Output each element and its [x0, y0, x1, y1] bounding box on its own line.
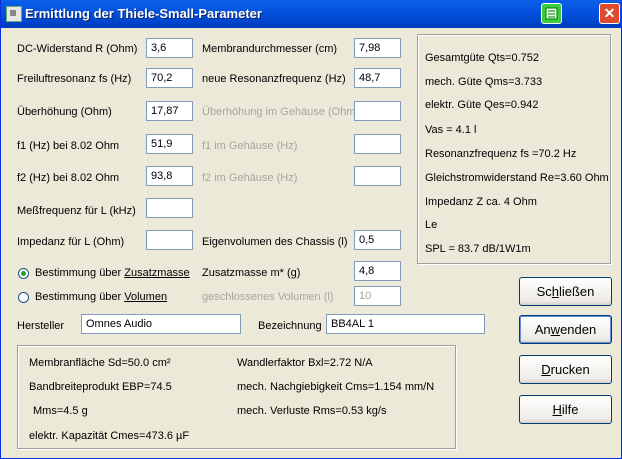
impedance-field[interactable]	[146, 230, 193, 250]
measure-frequency-field[interactable]	[146, 198, 193, 218]
result-ebp: Bandbreiteprodukt EBP=74.5	[29, 381, 172, 393]
result-rms: mech. Verluste Rms=0.53 kg/s	[237, 405, 387, 417]
chassis-volume-field[interactable]: 0,5	[354, 230, 401, 250]
title-bar: Ermittlung der Thiele-Small-Parameter ✕	[1, 0, 621, 28]
apply-button[interactable]: Anwenden	[519, 315, 612, 344]
result-fs: Resonanzfrequenz fs =70.2 Hz	[425, 148, 577, 160]
added-mass-field[interactable]: 4,8	[354, 261, 401, 281]
help-icon[interactable]	[541, 3, 562, 24]
f1-enclosure-field[interactable]	[354, 134, 401, 154]
f1-field[interactable]: 51,9	[146, 134, 193, 154]
free-air-resonance-field[interactable]: 70,2	[146, 68, 193, 88]
app-icon	[6, 6, 22, 22]
f2-label: f2 (Hz) bei 8.02 Ohm	[17, 172, 120, 184]
result-qms: mech. Güte Qms=3.733	[425, 76, 543, 88]
f2-enclosure-label: f2 im Gehäuse (Hz)	[202, 172, 298, 184]
diaphragm-diameter-label: Membrandurchmesser (cm)	[202, 43, 338, 55]
dc-resistance-label: DC-Widerstand R (Ohm)	[17, 43, 138, 55]
radio-volume-label[interactable]: Bestimmung über Volumen	[35, 291, 167, 303]
manufacturer-label: Hersteller	[17, 320, 65, 332]
close-icon[interactable]: ✕	[599, 3, 620, 24]
chassis-volume-label: Eigenvolumen des Chassis (l)	[202, 236, 348, 248]
result-qts: Gesamtgüte Qts=0.752	[425, 52, 540, 64]
f2-enclosure-field[interactable]	[354, 166, 401, 186]
impedance-label: Impedanz für L (Ohm)	[17, 236, 125, 248]
result-bxl: Wandlerfaktor Bxl=2.72 N/A	[237, 357, 373, 369]
help-icon	[545, 7, 558, 20]
radio-volume[interactable]	[18, 292, 29, 303]
result-cmes: elektr. Kapazität Cmes=473.6 µF	[29, 430, 190, 442]
measure-frequency-label: Meßfrequenz für L (kHz)	[17, 205, 136, 217]
free-air-resonance-label: Freiluftresonanz fs (Hz)	[17, 73, 132, 85]
result-re: Gleichstromwiderstand Re=3.60 Ohm	[425, 172, 609, 184]
closed-volume-field[interactable]: 10	[354, 286, 401, 306]
help-button[interactable]: Hilfe	[519, 395, 612, 424]
f1-enclosure-label: f1 im Gehäuse (Hz)	[202, 140, 298, 152]
overshoot-field[interactable]: 17,87	[146, 101, 193, 121]
result-vas: Vas = 4.1 l	[425, 124, 477, 136]
result-spl: SPL = 83.7 dB/1W1m	[425, 243, 531, 255]
radio-added-mass[interactable]	[18, 268, 29, 279]
overshoot-enclosure-field[interactable]	[354, 101, 401, 121]
result-le: Le	[425, 219, 438, 231]
dialog-window: Ermittlung der Thiele-Small-Parameter ✕ …	[0, 0, 622, 459]
overshoot-enclosure-label: Überhöhung im Gehäuse (Ohm)	[202, 106, 360, 118]
new-resonance-field[interactable]: 48,7	[354, 68, 401, 88]
close-button[interactable]: Schließen	[519, 277, 612, 306]
f2-field[interactable]: 93,8	[146, 166, 193, 186]
result-cms: mech. Nachgiebigkeit Cms=1.154 mm/N	[237, 381, 435, 393]
overshoot-label: Überhöhung (Ohm)	[17, 106, 112, 118]
model-field[interactable]: BB4AL 1	[326, 314, 485, 334]
diaphragm-diameter-field[interactable]: 7,98	[354, 38, 401, 58]
new-resonance-label: neue Resonanzfrequenz (Hz)	[202, 73, 346, 85]
print-button[interactable]: Drucken	[519, 355, 612, 384]
result-impedance: Impedanz Z ca. 4 Ohm	[425, 196, 537, 208]
result-mms: Mms=4.5 g	[33, 405, 88, 417]
closed-volume-label: geschlossenes Volumen (l)	[202, 291, 334, 303]
radio-added-mass-label[interactable]: Bestimmung über Zusatzmasse	[35, 267, 190, 279]
window-title: Ermittlung der Thiele-Small-Parameter	[25, 6, 262, 21]
result-qes: elektr. Güte Qes=0.942	[425, 99, 539, 111]
f1-label: f1 (Hz) bei 8.02 Ohm	[17, 140, 120, 152]
manufacturer-field[interactable]: Omnes Audio	[81, 314, 241, 334]
dc-resistance-field[interactable]: 3,6	[146, 38, 193, 58]
result-sd: Membranfläche Sd=50.0 cm²	[29, 357, 171, 369]
model-label: Bezeichnung	[258, 320, 322, 332]
added-mass-label: Zusatzmasse m* (g)	[202, 267, 301, 279]
